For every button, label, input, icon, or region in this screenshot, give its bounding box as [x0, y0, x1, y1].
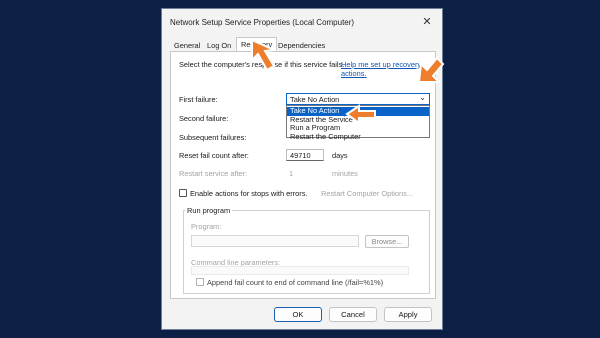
apply-button[interactable]: Apply — [384, 307, 432, 322]
ok-button[interactable]: OK — [274, 307, 322, 322]
arrow-pointer-dropdown-icon — [417, 56, 445, 83]
window-title: Network Setup Service Properties (Local … — [170, 18, 355, 27]
arrow-pointer-restart-service-icon — [345, 104, 376, 125]
tab-strip: General Log On Recovery Dependencies — [170, 37, 436, 51]
recovery-panel: Select the computer's response if this s… — [170, 51, 436, 299]
second-failure-label: Second failure: — [179, 114, 229, 123]
browse-button[interactable]: Browse... — [365, 235, 409, 248]
reset-fail-count-label: Reset fail count after: — [179, 151, 249, 160]
tab-general[interactable]: General — [174, 41, 200, 50]
run-program-label: Run program — [185, 206, 233, 215]
tab-log-on[interactable]: Log On — [207, 41, 231, 50]
append-fail-count-label: Append fail count to end of command line… — [207, 278, 384, 287]
arrow-pointer-recovery-tab-icon — [251, 38, 278, 72]
stops-with-errors-label: Enable actions for stops with errors. — [190, 189, 308, 198]
service-properties-dialog: Network Setup Service Properties (Local … — [161, 8, 443, 330]
restart-unit: minutes — [332, 169, 358, 178]
first-failure-value: Take No Action — [290, 95, 340, 104]
append-fail-count-checkbox[interactable] — [196, 278, 204, 286]
close-icon[interactable]: ✕ — [420, 15, 434, 29]
stops-with-errors-checkbox[interactable] — [179, 189, 187, 197]
reset-fail-count-input[interactable]: 49710 — [286, 149, 324, 161]
restart-service-label: Restart service after: — [179, 169, 248, 178]
reset-fail-count-value: 49710 — [290, 151, 311, 160]
option-restart-computer[interactable]: Restart the Computer — [287, 132, 429, 142]
program-label: Program: — [191, 222, 222, 231]
program-input[interactable] — [191, 235, 359, 247]
subsequent-failures-label: Subsequent failures: — [179, 133, 247, 142]
reset-unit: days — [332, 151, 348, 160]
title-bar: Network Setup Service Properties (Local … — [162, 9, 442, 33]
command-line-params-input[interactable] — [191, 266, 409, 275]
restart-service-value: 1 — [289, 169, 294, 178]
chevron-down-icon: ⌄ — [419, 93, 426, 102]
cancel-button[interactable]: Cancel — [329, 307, 377, 322]
tab-dependencies[interactable]: Dependencies — [278, 41, 325, 50]
restart-computer-options-button[interactable]: Restart Computer Options... — [321, 189, 413, 198]
first-failure-label: First failure: — [179, 95, 218, 104]
